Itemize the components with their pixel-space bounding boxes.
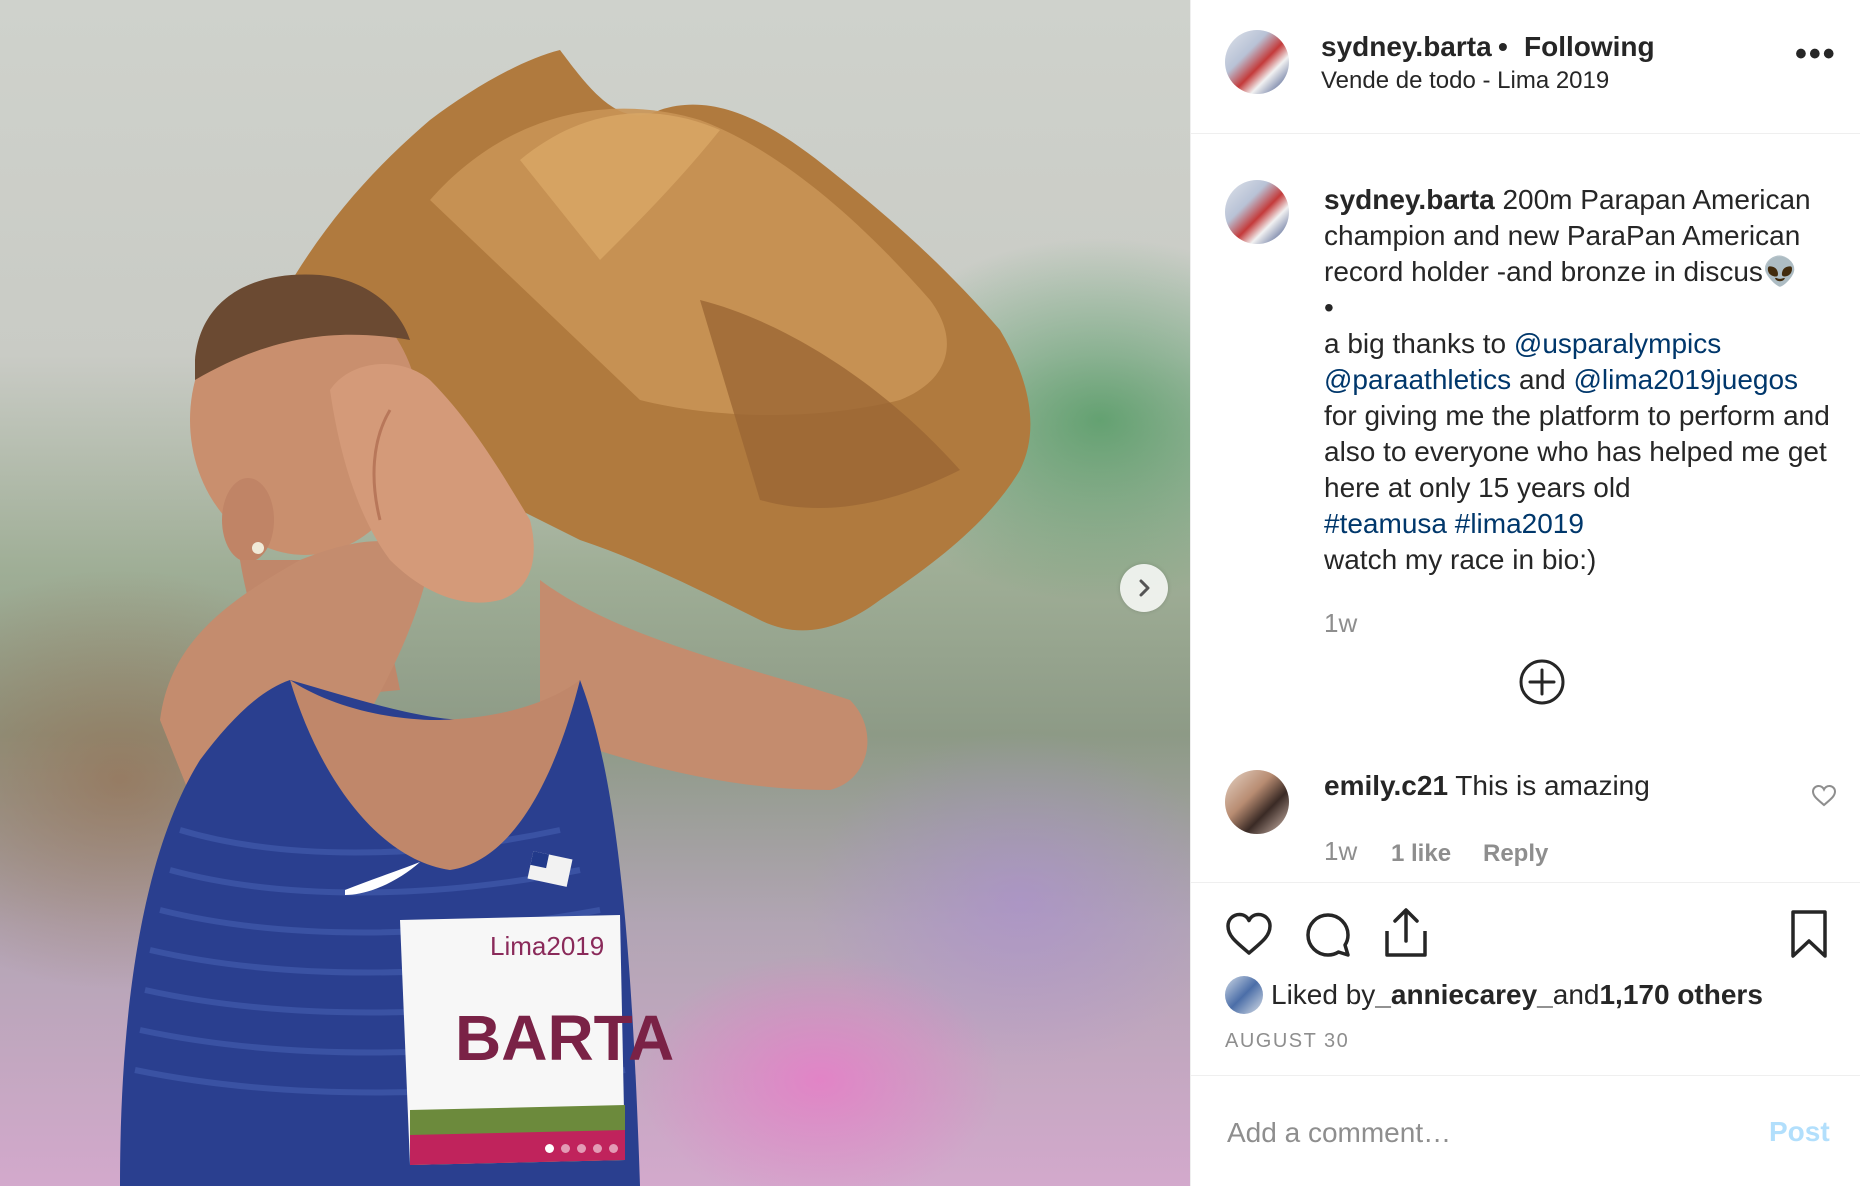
save-bookmark-icon[interactable]	[1789, 909, 1829, 959]
caption-thanks-prefix: a big thanks to	[1324, 328, 1514, 359]
liker-avatar[interactable]	[1225, 976, 1263, 1014]
comment-avatar[interactable]	[1225, 770, 1289, 834]
location-link[interactable]: Vende de todo - Lima 2019	[1321, 67, 1609, 95]
mention-lima2019juegos[interactable]: @lima2019juegos	[1573, 364, 1798, 395]
comment-text: emily.c21 This is amazing	[1324, 770, 1650, 802]
add-comment-bar: Post	[1191, 1075, 1860, 1187]
comment-bubble-icon[interactable]	[1304, 911, 1352, 959]
caption-closing: watch my race in bio:)	[1324, 544, 1597, 575]
caption-and: and	[1511, 364, 1574, 395]
action-bar	[1191, 882, 1860, 958]
more-options-icon[interactable]: •••	[1795, 37, 1837, 71]
mention-paraathletics[interactable]: @paraathletics	[1324, 364, 1511, 395]
caption-text: sydney.barta 200m Parapan American champ…	[1324, 182, 1844, 578]
caption-avatar[interactable]	[1225, 180, 1289, 244]
mention-usparalympics[interactable]: @usparalympics	[1514, 328, 1721, 359]
avatar[interactable]	[1225, 30, 1289, 94]
chevron-right-icon	[1139, 579, 1150, 597]
likes-others-link[interactable]: 1,170 others	[1599, 979, 1762, 1011]
comment-likes[interactable]: 1 like	[1391, 840, 1451, 868]
carousel-dot	[545, 1144, 554, 1153]
carousel-dot	[593, 1144, 602, 1153]
liker-username[interactable]: _anniecarey_	[1375, 979, 1552, 1011]
carousel-indicator	[545, 1144, 618, 1153]
comment-like-heart-icon[interactable]	[1811, 784, 1837, 808]
caption-timestamp[interactable]: 1w	[1324, 608, 1357, 639]
athlete-photo: Lima2019 BARTA	[120, 50, 1031, 1186]
bib-name-text: BARTA	[455, 1002, 674, 1074]
load-more-comments-icon[interactable]	[1518, 658, 1566, 706]
post-comment-button[interactable]: Post	[1769, 1116, 1830, 1148]
comment-timestamp[interactable]: 1w	[1324, 836, 1357, 867]
like-heart-icon[interactable]	[1225, 911, 1273, 957]
following-button[interactable]: Following	[1524, 31, 1655, 63]
bib-event-text: Lima2019	[490, 931, 604, 961]
likes-prefix: Liked by	[1271, 979, 1376, 1010]
header-username[interactable]: sydney.barta	[1321, 31, 1492, 63]
carousel-dot	[577, 1144, 586, 1153]
likes-middle: and	[1552, 979, 1600, 1010]
header-separator: •	[1498, 31, 1508, 62]
next-photo-button[interactable]	[1120, 564, 1168, 612]
comment-input[interactable]	[1225, 1112, 1749, 1154]
carousel-dot	[561, 1144, 570, 1153]
caption-username[interactable]: sydney.barta	[1324, 184, 1495, 215]
likes-summary: Liked by _anniecarey_ and 1,170 others	[1225, 975, 1763, 1015]
hashtag-lima2019[interactable]: #lima2019	[1455, 508, 1584, 539]
hashtag-teamusa[interactable]: #teamusa	[1324, 508, 1447, 539]
post-sidebar: sydney.barta • Following Vende de todo -…	[1190, 0, 1860, 1186]
carousel-dot	[609, 1144, 618, 1153]
comment-reply-button[interactable]: Reply	[1483, 840, 1548, 868]
share-icon[interactable]	[1383, 907, 1429, 959]
post-photo[interactable]: Lima2019 BARTA	[0, 0, 1190, 1186]
post-date[interactable]: AUGUST 30	[1225, 1030, 1349, 1053]
comment-username[interactable]: emily.c21	[1324, 770, 1448, 801]
caption-body: for giving me the platform to perform an…	[1324, 400, 1838, 503]
post-header: sydney.barta • Following Vende de todo -…	[1191, 0, 1860, 134]
caption-bullet: •	[1324, 292, 1334, 323]
comment-body: This is amazing	[1448, 770, 1650, 801]
